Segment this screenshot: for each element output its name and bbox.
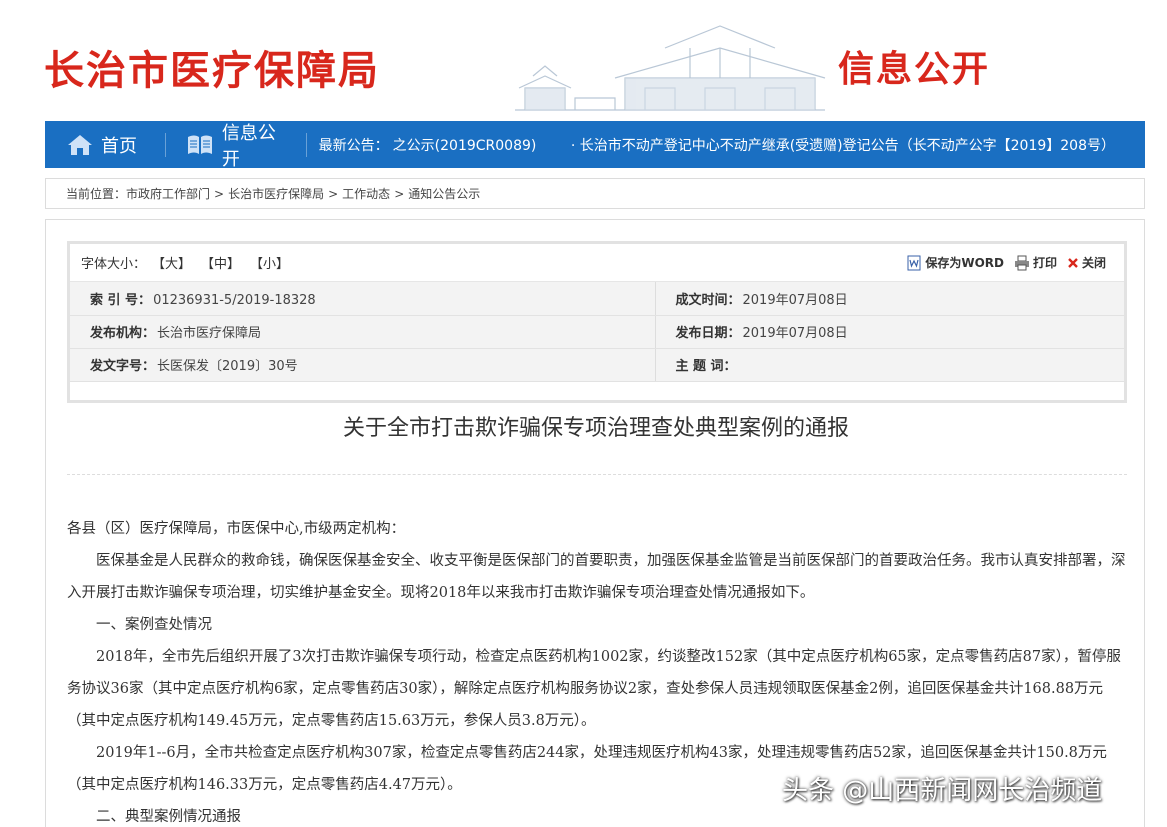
toolbar: 字体大小： 【大】 【中】 【小】 保存为WORD 打印 关闭 (70, 244, 1124, 282)
news-item[interactable]: 之公示(2019CR0089) (393, 138, 537, 154)
document-title: 关于全市打击欺诈骗保专项治理查处典型案例的通报 (342, 416, 849, 441)
index-value: 01236931-5/2019-18328 (153, 292, 316, 308)
meta-cell: 发布机构： 长治市医疗保障局 (70, 315, 656, 349)
breadcrumb-label: 当前位置： (66, 187, 127, 201)
font-size-large[interactable]: 【大】 (152, 253, 191, 272)
content-panel: 字体大小： 【大】 【中】 【小】 保存为WORD 打印 关闭 索 引 号： 0… (45, 219, 1145, 827)
breadcrumb-item[interactable]: 通知公告公示 (408, 185, 480, 202)
main-nav: 首页 信息公开 最新公告： 之公示(2019CR0089) · 长治市不动产登记… (45, 121, 1145, 168)
close-label: 关闭 (1081, 256, 1106, 270)
close-button[interactable]: 关闭 (1067, 254, 1106, 271)
breadcrumb-separator: > (214, 186, 225, 201)
news-label: 最新公告： (318, 137, 389, 154)
breadcrumb-item[interactable]: 长治市医疗保障局 (228, 185, 324, 202)
building-illustration (515, 25, 826, 111)
nav-home[interactable]: 首页 (45, 121, 165, 168)
nav-home-label: 首页 (101, 135, 137, 157)
created-value: 2019年07月08日 (742, 292, 848, 308)
meta-row: 发文字号： 长医保发〔2019〕30号 主 题 词： (70, 348, 1124, 382)
home-icon (67, 134, 93, 156)
print-label: 打印 (1032, 256, 1057, 270)
close-icon (1068, 257, 1078, 268)
print-button[interactable]: 打印 (1014, 254, 1057, 271)
meta-cell: 发文字号： 长医保发〔2019〕30号 (70, 348, 656, 382)
news-item[interactable]: · 长治市不动产登记中心不动产继承(受遗赠)登记公告（长不动产公字【2019】2… (571, 138, 1115, 154)
save-word-button[interactable]: 保存为WORD (906, 254, 1004, 271)
docno-value: 长医保发〔2019〕30号 (157, 359, 298, 374)
title-divider (67, 474, 1127, 475)
article-heading: 一、案例查处情况 (96, 617, 212, 633)
breadcrumb-separator: > (328, 186, 339, 201)
article-paragraph: 医保基金是人民群众的救命钱，确保医保基金安全、收支平衡是医保部门的首要职责，加强… (67, 553, 1126, 601)
printer-icon (1014, 255, 1029, 270)
site-title[interactable]: 长治市医疗保障局 (44, 38, 380, 96)
toolbar-actions: 保存为WORD 打印 关闭 (896, 254, 1124, 271)
breadcrumb-separator: > (394, 186, 405, 201)
breadcrumb-item[interactable]: 市政府工作部门 (126, 185, 210, 202)
meta-cell: 发布日期： 2019年07月08日 (655, 315, 1124, 349)
section-title: 信息公开 (838, 48, 991, 90)
pub-key: 发布日期： (675, 326, 741, 341)
article-paragraph: 各县（区）医疗保障局，市医保中心,市级两定机构： (67, 521, 406, 537)
watermark: 头条 @山西新闻网长治频道 (782, 776, 1103, 806)
meta-row: 发布机构： 长治市医疗保障局 发布日期： 2019年07月08日 (70, 315, 1124, 349)
font-size-label: 字体大小： (81, 257, 147, 272)
subject-key: 主 题 词： (675, 359, 737, 374)
nav-info-label: 信息公开 (221, 122, 276, 169)
breadcrumb: 当前位置： 市政府工作部门 > 长治市医疗保障局 > 工作动态 > 通知公告公示 (45, 178, 1145, 209)
org-value: 长治市医疗保障局 (157, 326, 262, 341)
document-meta-box: 字体大小： 【大】 【中】 【小】 保存为WORD 打印 关闭 索 引 号： 0… (67, 241, 1127, 403)
book-icon (186, 134, 214, 156)
index-key: 索 引 号： (90, 292, 152, 308)
save-word-label: 保存为WORD (925, 256, 1004, 270)
nav-info[interactable]: 信息公开 (166, 121, 306, 168)
org-key: 发布机构： (90, 326, 156, 341)
site-header: 长治市医疗保障局 信息公开 (0, 0, 1167, 121)
breadcrumb-item[interactable]: 工作动态 (342, 185, 390, 202)
meta-cell: 主 题 词： (655, 348, 1124, 382)
docno-key: 发文字号： (90, 359, 156, 374)
word-icon (907, 255, 921, 270)
font-size-small[interactable]: 【小】 (250, 253, 289, 272)
meta-cell: 成文时间： 2019年07月08日 (655, 282, 1124, 316)
meta-table: 索 引 号： 01236931-5/2019-18328 成文时间： 2019年07… (70, 282, 1124, 382)
font-size-medium[interactable]: 【中】 (201, 253, 240, 272)
news-ticker: 之公示(2019CR0089) · 长治市不动产登记中心不动产继承(受遗赠)登记… (393, 135, 1145, 155)
article-paragraph: 2018年，全市先后组织开展了3次打击欺诈骗保专项行动，检查定点医药机构1002… (67, 649, 1121, 729)
meta-cell: 索 引 号： 01236931-5/2019-18328 (70, 282, 656, 316)
nav-divider (305, 132, 307, 157)
created-key: 成文时间： (675, 292, 741, 308)
pub-value: 2019年07月08日 (742, 326, 848, 341)
meta-row: 索 引 号： 01236931-5/2019-18328 成文时间： 2019年07… (70, 282, 1124, 316)
